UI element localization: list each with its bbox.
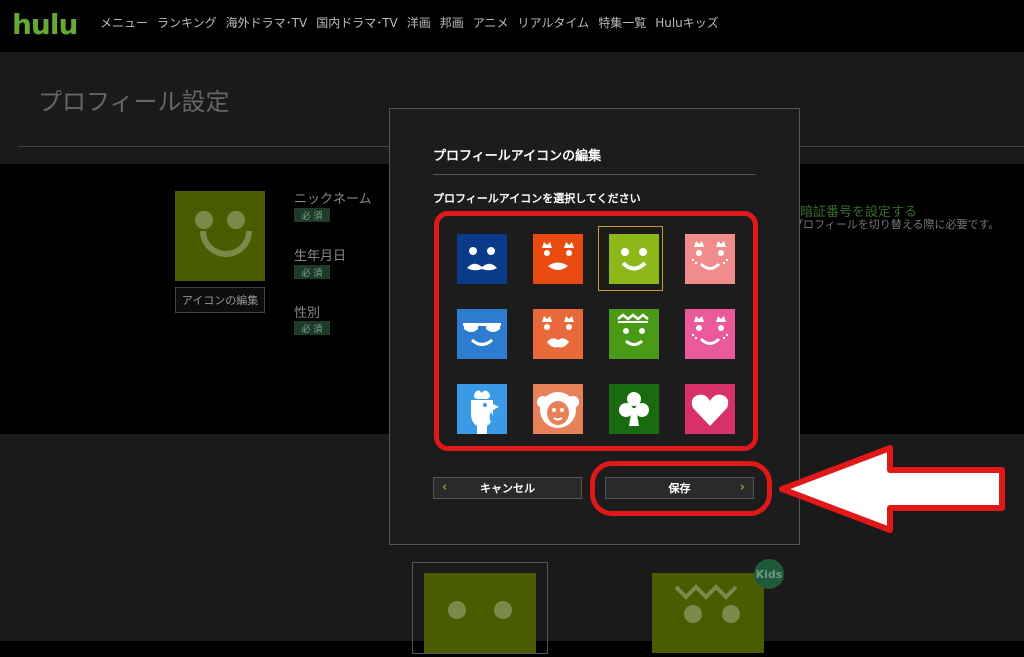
hulu-logo[interactable]: hulu (12, 8, 78, 41)
nav-item-menu[interactable]: メニュー (100, 14, 148, 31)
chevron-left-icon: ‹ (442, 480, 448, 495)
nav-item-western-film[interactable]: 洋画 (407, 14, 431, 31)
save-highlight-annotation (590, 461, 772, 516)
nav-item-features[interactable]: 特集一覧 (598, 14, 646, 31)
avatar-eye (684, 605, 702, 623)
edit-icon-button[interactable]: アイコンの編集 (175, 287, 265, 313)
avatar-eye (448, 601, 466, 619)
nav-item-japanese-film[interactable]: 邦画 (440, 14, 464, 31)
avatar-eye (722, 605, 740, 623)
dialog-instruction: プロフィールアイコンを選択してください (433, 192, 641, 205)
avatar-eye (227, 211, 245, 229)
avatar-mouth (200, 231, 252, 257)
grid-highlight-annotation (434, 211, 758, 451)
birthdate-label: 生年月日 (294, 249, 347, 264)
cancel-button[interactable]: ‹ キャンセル (433, 477, 582, 499)
nav-item-ranking[interactable]: ランキング (157, 14, 217, 31)
gender-label: 性別 (294, 306, 321, 321)
kids-badge: Kids (754, 559, 784, 589)
required-badge: 必 須 (294, 208, 330, 222)
avatar-eye (195, 211, 213, 229)
nav-item-overseas-drama[interactable]: 海外ドラマ･TV (226, 14, 308, 31)
dialog-title: プロフィールアイコンの編集 (433, 149, 602, 164)
required-badge: 必 須 (294, 321, 330, 335)
nav-item-realtime[interactable]: リアルタイム (518, 14, 590, 31)
profile-avatar (175, 191, 265, 281)
page-title: プロフィール設定 (38, 88, 230, 116)
avatar-eye (494, 601, 512, 619)
top-navigation: hulu メニュー ランキング 海外ドラマ･TV 国内ドラマ･TV 洋画 邦画 … (0, 0, 1024, 52)
profile-card-avatar[interactable] (424, 573, 536, 653)
required-badge: 必 須 (294, 265, 330, 279)
nickname-label: ニックネーム (294, 192, 372, 207)
pin-note: プロフィールを切り替える際に必要です。 (792, 218, 1000, 231)
cancel-button-label: キャンセル (480, 482, 535, 495)
nav-item-hulu-kids[interactable]: Huluキッズ (655, 14, 719, 31)
nav-item-anime[interactable]: アニメ (473, 14, 509, 31)
dialog-divider (433, 174, 756, 175)
main-nav: メニュー ランキング 海外ドラマ･TV 国内ドラマ･TV 洋画 邦画 アニメ リ… (100, 14, 719, 31)
pointer-arrow-icon (779, 445, 1005, 533)
nav-item-domestic-drama[interactable]: 国内ドラマ･TV (316, 14, 398, 31)
monster-hair-icon (674, 584, 738, 600)
kids-profile-avatar[interactable] (652, 573, 764, 653)
